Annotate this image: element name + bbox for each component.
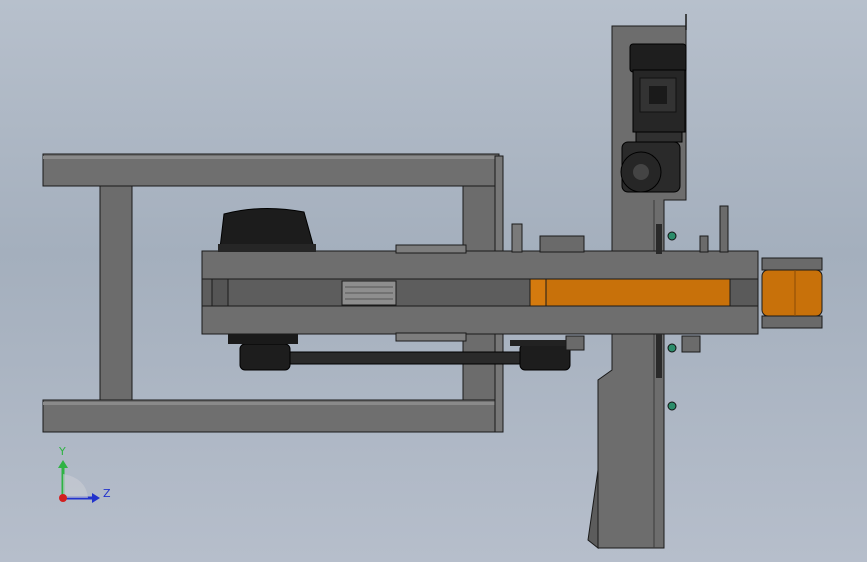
dome-cover <box>219 207 315 249</box>
frame-left-post <box>99 185 133 401</box>
orange-roller <box>761 269 823 317</box>
sensor-bottom <box>667 401 677 411</box>
motor-cover <box>218 207 316 252</box>
y-axis-label: Y <box>58 445 66 458</box>
pulley-right <box>519 343 571 371</box>
belt <box>261 351 543 365</box>
beam-lower-plate <box>201 305 759 335</box>
main-beam <box>201 244 759 342</box>
motor-fan-cover <box>629 43 687 73</box>
chain-guide <box>656 224 662 254</box>
z-axis-label: Z <box>103 487 111 500</box>
beam-upper-plate <box>201 250 759 280</box>
end-roller <box>761 257 823 329</box>
sensor-top <box>667 231 677 241</box>
orange-tube <box>529 278 731 307</box>
origin-dot <box>59 494 67 502</box>
cad-viewport[interactable]: Y Z <box>0 0 867 562</box>
coordinate-triad: Y Z <box>58 445 111 503</box>
pulley-left <box>239 343 291 371</box>
sensor-middle <box>667 343 677 353</box>
